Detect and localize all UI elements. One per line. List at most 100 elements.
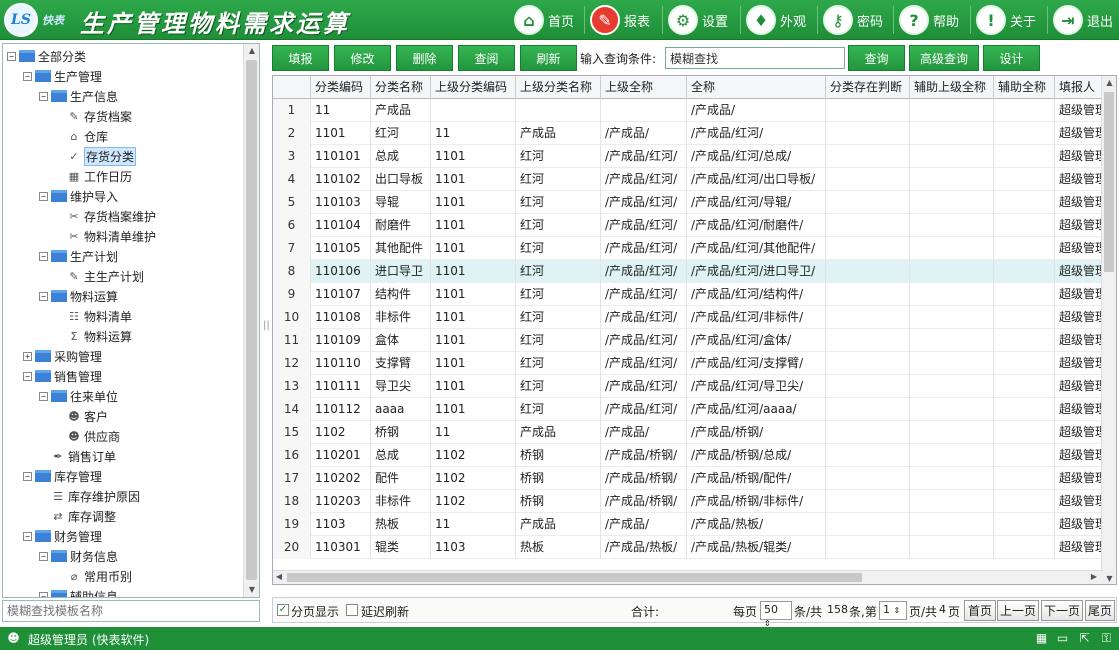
prev-page-button[interactable]: 上一页 xyxy=(997,600,1039,621)
nav-help-button[interactable]: ? 帮助 xyxy=(899,0,959,40)
grid-vscroll-thumb[interactable] xyxy=(1104,92,1114,272)
nav-info-button[interactable]: ! 关于 xyxy=(976,0,1036,40)
first-page-button[interactable]: 首页 xyxy=(964,600,996,621)
table-row[interactable]: 11 110109 盒体 1101 红河/产成品/红河//产成品/红河/盒体/超级管理 xyxy=(273,329,1105,352)
tree-scrollbar[interactable]: ▲ ▼ xyxy=(243,44,259,597)
collapse-icon[interactable]: − xyxy=(23,71,32,81)
page-show-checkbox[interactable]: ✓ xyxy=(277,604,289,616)
delay-refresh-checkbox[interactable] xyxy=(346,604,358,616)
tree-node[interactable]: ✒ 销售订单 xyxy=(39,446,116,466)
query-button[interactable]: 查询 xyxy=(848,45,905,71)
tree-node[interactable]: ✂ 存货档案维护 xyxy=(55,206,156,226)
lock-icon[interactable]: ⚿ xyxy=(1099,631,1114,646)
tree-node[interactable]: − 物料运算 xyxy=(39,286,118,306)
expand-icon[interactable]: + xyxy=(23,351,32,361)
table-row[interactable]: 5 110103 导辊 1101 红河/产成品/红河//产成品/红河/导辊/超级管理 xyxy=(273,191,1105,214)
nav-key-button[interactable]: ⚷ 密码 xyxy=(823,0,883,40)
column-header[interactable]: 辅助全称 xyxy=(994,76,1055,99)
nav-settings-button[interactable]: ⚙ 设置 xyxy=(668,0,728,40)
tree-node[interactable]: ▦ 工作日历 xyxy=(55,166,132,186)
table-row[interactable]: 15 1102 桥钢 11 产成品/产成品//产成品/桥钢/超级管理 xyxy=(273,421,1105,444)
column-header[interactable]: 上级全称 xyxy=(601,76,687,99)
grid-vertical-scrollbar[interactable]: ▲ ▼ xyxy=(1101,76,1116,584)
column-header[interactable]: 全称 xyxy=(687,76,826,99)
tree-node[interactable]: ✂ 物料清单维护 xyxy=(55,226,156,246)
column-header[interactable]: 分类名称 xyxy=(371,76,431,99)
panel-splitter[interactable]: || xyxy=(263,320,270,331)
table-row[interactable]: 6 110104 耐磨件 1101 红河/产成品/红河//产成品/红河/耐磨件/超级管理 xyxy=(273,214,1105,237)
tree-scroll-thumb[interactable] xyxy=(246,60,257,580)
view-button[interactable]: 查阅 xyxy=(458,45,515,71)
table-row[interactable]: 1 11 产成品/产成品/超级管理 xyxy=(273,99,1105,122)
collapse-icon[interactable]: − xyxy=(39,391,48,401)
table-row[interactable]: 3 110101 总成 1101 红河/产成品/红河//产成品/红河/总成/超级管理 xyxy=(273,145,1105,168)
tree-node[interactable]: ⇄ 库存调整 xyxy=(39,506,116,526)
tree-node[interactable]: + 采购管理 xyxy=(23,346,102,366)
nav-shirt-button[interactable]: ♦ 外观 xyxy=(746,0,806,40)
tree-node[interactable]: ☻ 客户 xyxy=(55,406,108,426)
tree-node[interactable]: − 销售管理 xyxy=(23,366,102,386)
table-row[interactable]: 2 1101 红河 11 产成品/产成品//产成品/红河/超级管理 xyxy=(273,122,1105,145)
collapse-icon[interactable]: − xyxy=(39,591,48,597)
tree-node[interactable]: Σ 物料运算 xyxy=(55,326,133,346)
collapse-icon[interactable]: − xyxy=(23,471,32,481)
edit-button[interactable]: 修改 xyxy=(334,45,391,71)
column-header[interactable]: 分类编码 xyxy=(311,76,371,99)
fill-button[interactable]: 填报 xyxy=(272,45,329,71)
table-row[interactable]: 16 110201 总成 1102 桥钢/产成品/桥钢//产成品/桥钢/总成/超级管理 xyxy=(273,444,1105,467)
table-row[interactable]: 17 110202 配件 1102 桥钢/产成品/桥钢//产成品/桥钢/配件/超级管理 xyxy=(273,467,1105,490)
table-row[interactable]: 14 110112 aaaa 1101 红河/产成品/红河//产成品/红河/aaaa/超… xyxy=(273,398,1105,421)
table-row[interactable]: 4 110102 出口导板 1101 红河/产成品/红河//产成品/红河/出口导板/超级… xyxy=(273,168,1105,191)
per-page-stepper[interactable]: 50 ⇕ xyxy=(760,601,792,628)
design-button[interactable]: 设计 xyxy=(983,45,1040,71)
table-row[interactable]: 13 110111 导卫尖 1101 红河/产成品/红河//产成品/红河/导卫尖/超级管… xyxy=(273,375,1105,398)
table-row[interactable]: 9 110107 结构件 1101 红河/产成品/红河//产成品/红河/结构件/超级管理 xyxy=(273,283,1105,306)
tree-node[interactable]: − 生产管理 xyxy=(23,66,102,86)
table-row[interactable]: 7 110105 其他配件 1101 红河/产成品/红河//产成品/红河/其他配件/超级… xyxy=(273,237,1105,260)
column-header[interactable]: 分类存在判断 xyxy=(826,76,910,99)
tree-node[interactable]: ✎ 主生产计划 xyxy=(55,266,144,286)
delete-button[interactable]: 删除 xyxy=(396,45,453,71)
nav-report-button[interactable]: ✎ 报表 xyxy=(590,0,650,40)
scroll-up-icon[interactable]: ▲ xyxy=(244,44,259,58)
tree-node[interactable]: − 库存管理 xyxy=(23,466,102,486)
collapse-icon[interactable]: − xyxy=(23,531,32,541)
nav-home-button[interactable]: ⌂ 首页 xyxy=(514,0,574,40)
grid-view-icon[interactable]: ▦ xyxy=(1034,631,1049,646)
column-header[interactable]: 辅助上级全称 xyxy=(910,76,994,99)
tree-node[interactable]: ✎ 存货档案 xyxy=(55,106,132,126)
collapse-icon[interactable]: − xyxy=(39,551,48,561)
last-page-button[interactable]: 尾页 xyxy=(1085,600,1115,621)
scroll-up-icon[interactable]: ▲ xyxy=(1102,76,1116,90)
table-row[interactable]: 8 110106 进口导卫 1101 红河/产成品/红河//产成品/红河/进口导卫/超级… xyxy=(273,260,1105,283)
table-row[interactable]: 19 1103 热板 11 产成品/产成品//产成品/热板/超级管理 xyxy=(273,513,1105,536)
template-search-input[interactable] xyxy=(2,600,260,622)
collapse-icon[interactable]: − xyxy=(23,371,32,381)
tree-node[interactable]: − 维护导入 xyxy=(39,186,118,206)
collapse-icon[interactable]: − xyxy=(39,191,48,201)
expand-icon[interactable]: ⇱ xyxy=(1077,631,1092,646)
tree-node[interactable]: ⌀ 常用币别 xyxy=(55,566,132,586)
table-row[interactable]: 12 110110 支撑臂 1101 红河/产成品/红河//产成品/红河/支撑臂/超级管… xyxy=(273,352,1105,375)
grid-horizontal-scrollbar[interactable]: ◀ ▶ xyxy=(273,570,1103,584)
table-row[interactable]: 10 110108 非标件 1101 红河/产成品/红河//产成品/红河/非标件/超级管… xyxy=(273,306,1105,329)
table-row[interactable]: 20 110301 辊类 1103 热板/产成品/热板//产成品/热板/辊类/超级管理 xyxy=(273,536,1105,559)
column-header[interactable] xyxy=(273,76,311,99)
tree-node[interactable]: − 辅助信息 xyxy=(39,586,118,597)
column-header[interactable]: 上级分类编码 xyxy=(431,76,516,99)
tree-node[interactable]: − 往来单位 xyxy=(39,386,118,406)
refresh-button[interactable]: 刷新 xyxy=(520,45,577,71)
tree-node[interactable]: ☻ 供应商 xyxy=(55,426,120,446)
tree-node[interactable]: ☷ 物料清单 xyxy=(55,306,132,326)
nav-exit-button[interactable]: ⇥ 退出 xyxy=(1053,0,1113,40)
scroll-down-icon[interactable]: ▼ xyxy=(244,583,259,597)
tree-node[interactable]: − 财务管理 xyxy=(23,526,102,546)
advanced-query-button[interactable]: 高级查询 xyxy=(909,45,979,71)
tree-node[interactable]: − 全部分类 xyxy=(7,46,86,66)
tree-node[interactable]: − 生产信息 xyxy=(39,86,118,106)
query-input[interactable] xyxy=(665,47,845,69)
tree-node[interactable]: ✓ 存货分类 xyxy=(55,146,137,166)
grid-hscroll-thumb[interactable] xyxy=(287,573,862,582)
scroll-down-icon[interactable]: ▼ xyxy=(1102,572,1116,584)
collapse-icon[interactable]: − xyxy=(7,51,16,61)
